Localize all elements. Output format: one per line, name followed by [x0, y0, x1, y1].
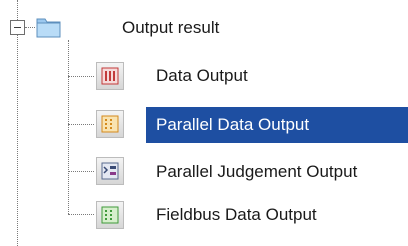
tree-item-fieldbus-data-output[interactable]: Fieldbus Data Output: [156, 203, 317, 227]
folder-icon: [36, 15, 62, 39]
fieldbus-data-output-icon: [96, 201, 124, 229]
tree-item-parallel-judgement-output[interactable]: Parallel Judgement Output: [156, 160, 357, 184]
tree-line: [25, 27, 35, 28]
tree-root-label[interactable]: Output result: [122, 16, 219, 40]
parallel-judgement-output-icon: [96, 157, 124, 185]
tree-item-parallel-data-output[interactable]: Parallel Data Output: [156, 113, 309, 137]
tree-line: [17, 35, 18, 246]
tree-view: Output result Data Output Parallel Data …: [0, 0, 408, 246]
tree-line: [17, 0, 18, 20]
tree-line: [68, 171, 94, 172]
tree-line: [68, 124, 94, 125]
tree-line: [68, 76, 94, 77]
tree-line: [68, 214, 94, 215]
collapse-toggle[interactable]: [10, 20, 25, 35]
parallel-data-output-icon: [96, 110, 124, 138]
tree-item-data-output[interactable]: Data Output: [156, 64, 248, 88]
tree-line: [68, 40, 69, 214]
red-data-output-icon: [96, 62, 124, 90]
